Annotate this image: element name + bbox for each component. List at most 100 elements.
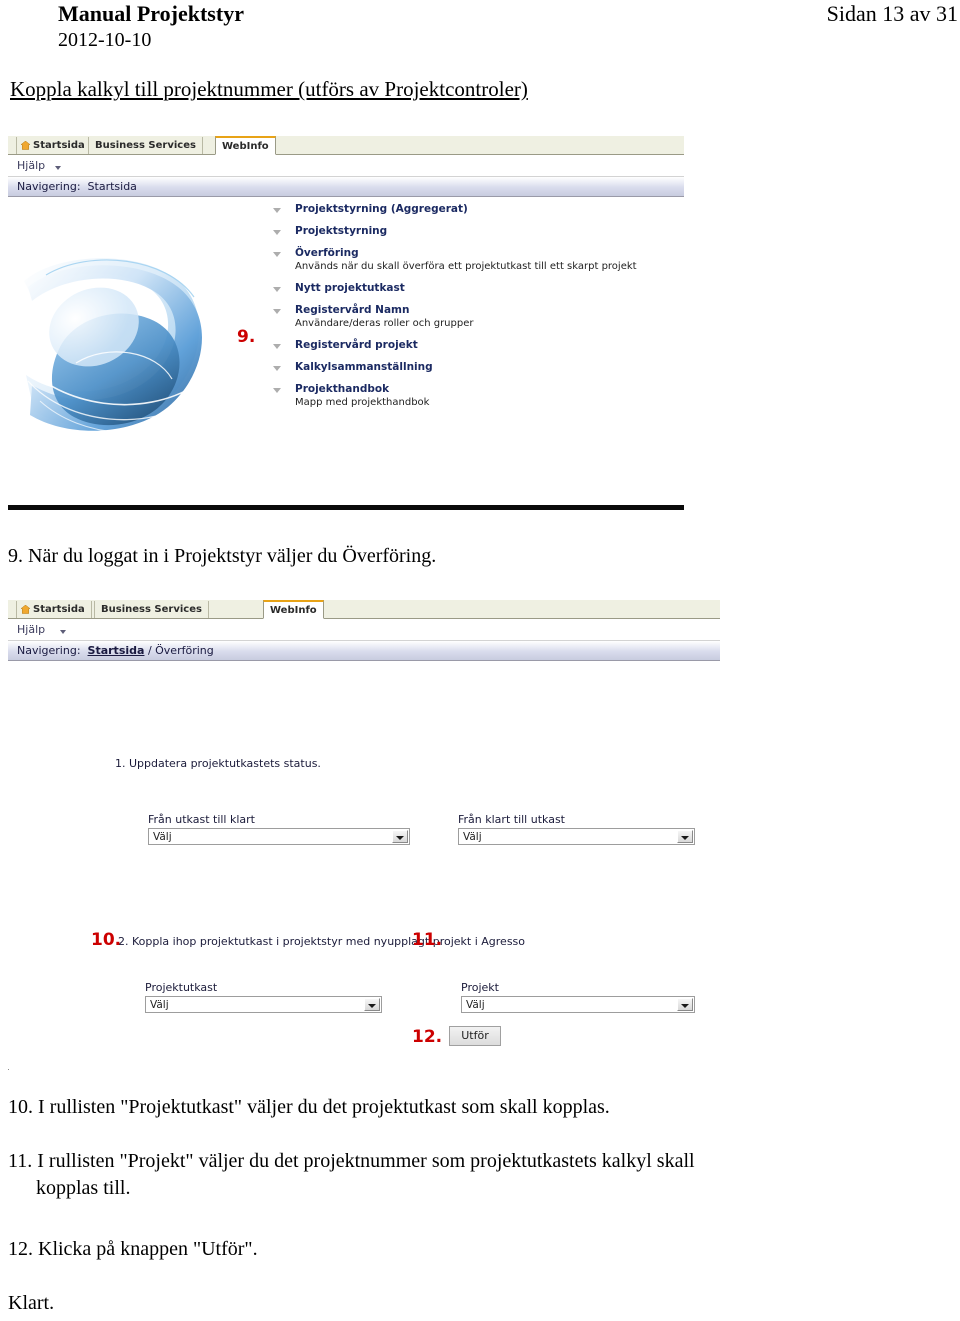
tab-business-services[interactable]: Business Services xyxy=(88,137,203,154)
document-title: Manual Projektstyr xyxy=(58,1,244,26)
blue-swirl-graphic xyxy=(16,235,246,475)
menu-item-title: Överföring xyxy=(295,247,359,259)
menu-item-overforing[interactable]: Överföring Används när du skall överföra… xyxy=(263,247,683,273)
home-icon xyxy=(21,605,30,614)
step-11-line-2: kopplas till. xyxy=(36,1177,131,1199)
dropdown-arrow-icon[interactable] xyxy=(677,830,693,843)
menu-item-title: Projektstyrning (Aggregerat) xyxy=(295,203,468,215)
menu-item-registervard-namn[interactable]: Registervård Namn Användare/deras roller… xyxy=(263,304,683,330)
menu-item-title: Projekthandbok xyxy=(295,383,390,395)
field-label: Från utkast till klart xyxy=(148,813,255,826)
home-icon xyxy=(21,141,30,150)
step-marker-11: 11. xyxy=(412,930,443,950)
help-bar: Hjälp xyxy=(8,155,684,177)
menu-item-projektstyrning[interactable]: Projektstyrning xyxy=(263,225,683,238)
navigation-bar: Navigering: Startsida / Överföring xyxy=(8,641,720,661)
triangle-down-icon xyxy=(273,388,281,393)
navigation-link-startsida[interactable]: Startsida xyxy=(88,644,145,657)
menu-item-description: Mapp med projekthandbok xyxy=(295,397,430,408)
tab-webinfo[interactable]: WebInfo xyxy=(263,600,324,619)
menu-item-registervard-projekt[interactable]: Registervård projekt xyxy=(263,339,683,352)
field-from-done-to-draft: Från klart till utkast Välj xyxy=(458,813,695,845)
navigation-path[interactable]: Startsida xyxy=(88,180,137,193)
tab-business-services-label: Business Services xyxy=(101,604,202,615)
step-12-text: 12. Klicka på knappen "Utför". xyxy=(8,1238,258,1260)
execute-button[interactable]: Utför xyxy=(449,1026,501,1046)
form-body: 1. Uppdatera projektutkastets status. Fr… xyxy=(8,661,720,1069)
tab-bar: Startsida Business Services WebInfo xyxy=(8,600,720,619)
triangle-down-icon xyxy=(273,344,281,349)
select-projekt[interactable]: Välj xyxy=(461,996,695,1013)
navigation-prefix: Navigering: xyxy=(17,180,81,193)
section-heading: Koppla kalkyl till projektnummer (utförs… xyxy=(10,77,528,101)
menu-item-title: Registervård projekt xyxy=(295,339,418,351)
menu-item-projektstyrning-aggregerat[interactable]: Projektstyrning (Aggregerat) xyxy=(263,203,683,216)
field-label: Projektutkast xyxy=(145,981,218,994)
dropdown-arrow-icon[interactable] xyxy=(677,998,693,1011)
triangle-down-icon xyxy=(273,366,281,371)
field-projektutkast: Projektutkast Välj xyxy=(145,981,382,1013)
step-11-line-1: 11. I rullisten "Projekt" väljer du det … xyxy=(8,1150,695,1172)
menu-item-nytt-projektutkast[interactable]: Nytt projektutkast xyxy=(263,282,683,295)
navigation-breadcrumb: Navigering: Startsida xyxy=(17,180,137,193)
step-11-text: 11. I rullisten "Projekt" väljer du det … xyxy=(8,1148,898,1202)
help-menu-label[interactable]: Hjälp xyxy=(17,159,45,172)
help-menu-label[interactable]: Hjälp xyxy=(17,623,45,636)
menu-item-projekthandbok[interactable]: Projekthandbok Mapp med projekthandbok xyxy=(263,383,683,409)
chevron-down-icon xyxy=(55,166,61,170)
step-marker-10: 10. xyxy=(91,930,122,950)
tab-startsida[interactable]: Startsida xyxy=(16,137,92,154)
step-marker-12: 12. xyxy=(412,1027,443,1047)
select-value: Välj xyxy=(153,831,172,843)
select-value: Välj xyxy=(150,999,169,1011)
tab-startsida-label: Startsida xyxy=(33,140,85,151)
dropdown-arrow-icon[interactable] xyxy=(392,830,408,843)
select-from-draft-to-done[interactable]: Välj xyxy=(148,828,410,845)
step-10-text: 10. I rullisten "Projektutkast" väljer d… xyxy=(8,1096,610,1118)
menu-item-title: Registervård Namn xyxy=(295,304,410,316)
select-value: Välj xyxy=(466,999,485,1011)
dropdown-arrow-icon[interactable] xyxy=(364,998,380,1011)
document-date: 2012-10-10 xyxy=(58,29,152,51)
triangle-down-icon xyxy=(273,230,281,235)
tab-bar: Startsida Business Services WebInfo xyxy=(8,136,684,155)
select-from-done-to-draft[interactable]: Välj xyxy=(458,828,695,845)
document-header: Manual Projektstyr 2012-10-10 Sidan 13 a… xyxy=(0,0,960,62)
menu-item-title: Kalkylsammanställning xyxy=(295,361,433,373)
field-label: Projekt xyxy=(461,981,499,994)
navigation-breadcrumb: Navigering: Startsida / Överföring xyxy=(17,644,214,657)
screenshot-overforing-form: Startsida Business Services WebInfo Hjäl… xyxy=(8,600,720,1070)
menu-item-title: Nytt projektutkast xyxy=(295,282,405,294)
step-9-text: 9. När du loggat in i Projektstyr väljer… xyxy=(8,545,437,567)
form-section-2-heading: 2. Koppla ihop projektutkast i projektst… xyxy=(118,935,526,948)
field-projekt: Projekt Välj xyxy=(461,981,695,1013)
done-text: Klart. xyxy=(8,1292,55,1314)
screenshot-portal-home: Startsida Business Services WebInfo Hjäl… xyxy=(8,136,684,508)
field-label: Från klart till utkast xyxy=(458,813,565,826)
form-section-1-heading: 1. Uppdatera projektutkastets status. xyxy=(115,757,321,770)
tab-webinfo-label: WebInfo xyxy=(222,141,269,152)
triangle-down-icon xyxy=(273,287,281,292)
tab-webinfo[interactable]: WebInfo xyxy=(215,136,276,155)
triangle-down-icon xyxy=(273,208,281,213)
navigation-prefix: Navigering: xyxy=(17,644,81,657)
help-bar: Hjälp xyxy=(8,619,720,641)
tab-business-services-label: Business Services xyxy=(95,140,196,151)
screenshot-bottom-rule xyxy=(8,505,684,510)
portal-body: Projektstyrning (Aggregerat) Projektstyr… xyxy=(8,197,684,507)
select-value: Välj xyxy=(463,831,482,843)
chevron-down-icon xyxy=(60,630,66,634)
tab-webinfo-label: WebInfo xyxy=(270,605,317,616)
triangle-down-icon xyxy=(273,252,281,257)
menu-item-description: Används när du skall överföra ett projek… xyxy=(295,261,637,272)
tab-business-services[interactable]: Business Services xyxy=(94,601,209,618)
page-number: Sidan 13 av 31 xyxy=(826,1,958,26)
menu-item-kalkylsammanstallning[interactable]: Kalkylsammanställning xyxy=(263,361,683,374)
step-marker-9: 9. xyxy=(237,327,256,347)
select-projektutkast[interactable]: Välj xyxy=(145,996,382,1013)
tab-startsida[interactable]: Startsida xyxy=(16,601,92,618)
menu-item-title: Projektstyrning xyxy=(295,225,388,237)
triangle-down-icon xyxy=(273,309,281,314)
portal-menu: Projektstyrning (Aggregerat) Projektstyr… xyxy=(263,203,683,418)
tab-startsida-label: Startsida xyxy=(33,604,85,615)
